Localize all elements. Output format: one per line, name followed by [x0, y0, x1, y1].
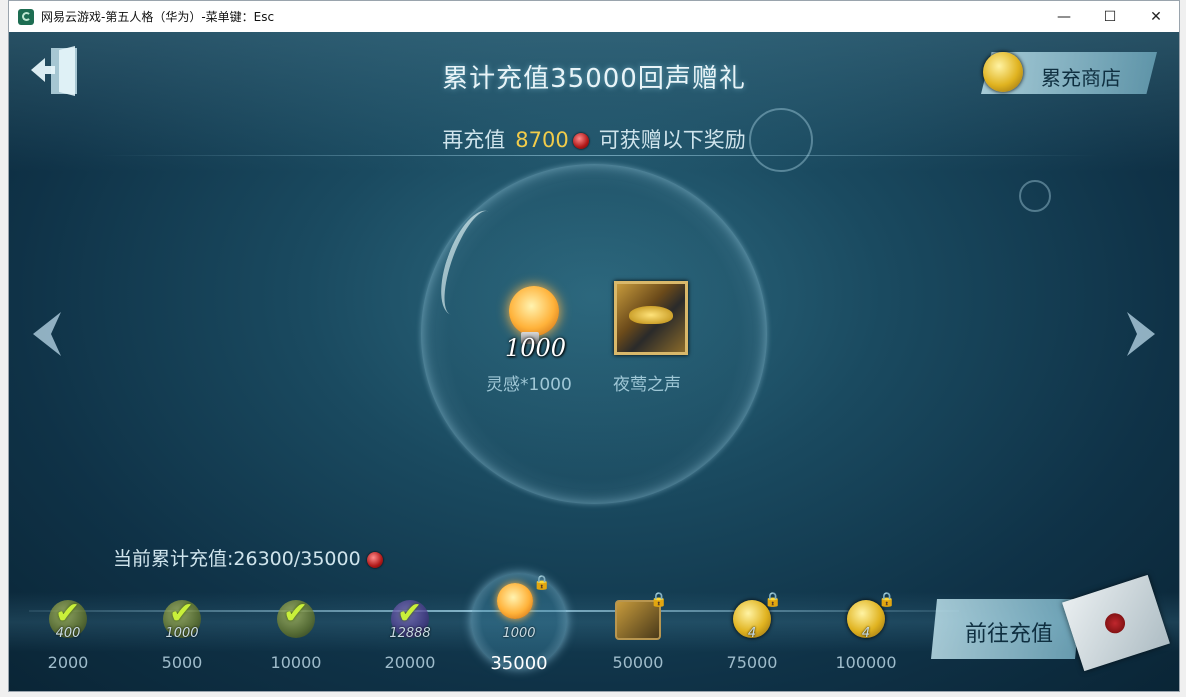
echo-gem-icon: [572, 133, 589, 149]
milestone-label: 10000: [270, 653, 322, 672]
window-title: 网易云游戏-第五人格（华为）-菜单键：Esc: [41, 10, 275, 24]
milestone-quantity: 400: [55, 626, 81, 641]
window-controls: — ☐ ✕: [1041, 1, 1179, 32]
subline-suffix: 可获赠以下奖励: [598, 128, 746, 152]
lock-icon: 🔒: [764, 592, 782, 608]
small-bubble: [1019, 180, 1051, 212]
milestone-20000[interactable]: ✔ 12888 20000: [365, 592, 455, 682]
maximize-button[interactable]: ☐: [1087, 1, 1133, 32]
small-bubble: [749, 108, 813, 172]
milestone-2000[interactable]: ✔ 400 2000: [23, 592, 113, 682]
lock-icon: 🔒: [650, 592, 668, 608]
app-logo-icon: [18, 8, 34, 25]
nightingale-reward[interactable]: [614, 281, 688, 355]
milestone-quantity: 4: [861, 626, 871, 641]
remaining-amount: 8700: [515, 128, 569, 152]
milestone-75000[interactable]: 🔒 4 75000: [707, 592, 797, 682]
milestone-label: 100000: [835, 653, 897, 672]
echo-gem-icon: [366, 551, 383, 568]
checkmark-icon: ✔: [283, 596, 309, 631]
current-recharge-progress: 当前累计充值:26300/35000: [113, 544, 393, 571]
milestone-quantity: 1000: [165, 626, 199, 641]
lock-icon: 🔒: [878, 592, 896, 608]
envelope-icon: [1062, 574, 1170, 672]
desktop-edge-left: [0, 31, 8, 697]
milestone-quantity: 12888: [389, 626, 431, 641]
remaining-recharge-line: 再充值 8700 可获赠以下奖励: [9, 124, 1179, 154]
subline-prefix: 再充值: [442, 128, 506, 152]
inspiration-bulb-icon: [509, 286, 559, 336]
close-button[interactable]: ✕: [1133, 1, 1179, 32]
go-recharge-label[interactable]: 前往充值: [965, 616, 1053, 648]
title-bar[interactable]: 网易云游戏-第五人格（华为）-菜单键：Esc — ☐ ✕: [9, 1, 1179, 32]
recharge-shop-label[interactable]: 累充商店: [1041, 62, 1121, 91]
milestone-100000[interactable]: 🔒 4 100000: [821, 592, 911, 682]
progress-label: 当前累计充值:26300/35000: [113, 548, 361, 570]
next-arrow-icon[interactable]: [1123, 310, 1159, 358]
milestone-label: 35000: [490, 653, 548, 674]
divider: [99, 155, 1099, 156]
coin-icon: [983, 52, 1023, 92]
app-window: 网易云游戏-第五人格（华为）-菜单键：Esc — ☐ ✕ 累计充值35000回声…: [8, 0, 1180, 692]
nightingale-portrait-icon: [629, 306, 673, 324]
milestone-label: 5000: [161, 653, 203, 672]
milestone-quantity: 1000: [502, 626, 536, 641]
previous-arrow-icon[interactable]: [29, 310, 65, 358]
milestone-label: 20000: [384, 653, 436, 672]
game-viewport: 累计充值35000回声赠礼 累充商店 再充值 8700 可获赠以下奖励 1000 灵…: [9, 32, 1179, 691]
milestone-5000[interactable]: ✔ 1000 5000: [137, 592, 227, 682]
milestone-50000[interactable]: 🔒 50000: [593, 592, 683, 682]
milestone-quantity: 4: [747, 626, 757, 641]
wax-seal-icon: [1102, 610, 1128, 636]
milestone-label: 50000: [612, 653, 664, 672]
milestone-label: 75000: [726, 653, 778, 672]
nightingale-label: 夜莺之声: [613, 375, 681, 395]
milestone-label: 2000: [47, 653, 89, 672]
milestone-35000[interactable]: 1000 35000: [474, 592, 564, 682]
milestone-10000[interactable]: ✔ 10000: [251, 592, 341, 682]
inspiration-quantity: 1000: [505, 334, 567, 362]
inspiration-label: 灵感*1000: [486, 375, 572, 395]
lock-icon: 🔒: [533, 575, 551, 591]
minimize-button[interactable]: —: [1041, 1, 1087, 32]
